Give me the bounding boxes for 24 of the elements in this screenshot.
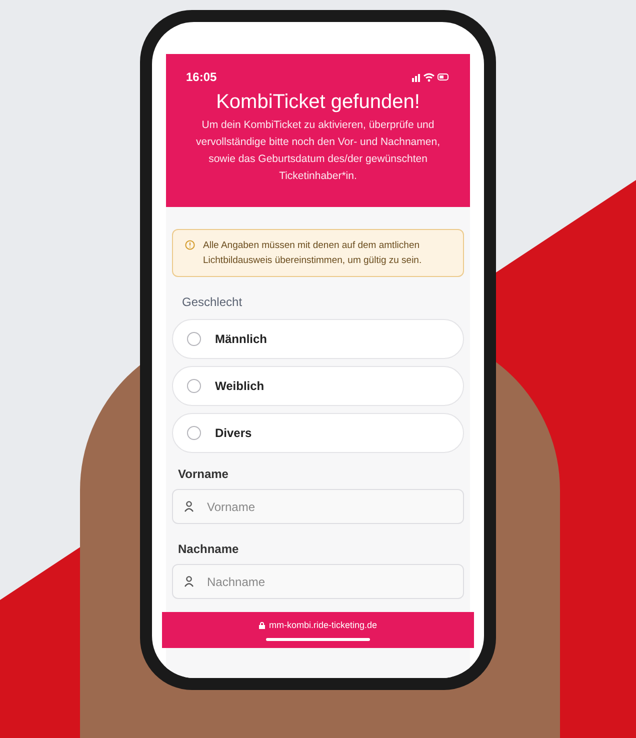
radio-button[interactable] [187,426,201,440]
option-label: Divers [215,425,252,442]
gender-option[interactable]: Männlich [172,319,464,359]
gender-option[interactable]: Divers [172,413,464,453]
gender-option[interactable]: Weiblich [172,366,464,406]
option-label: Weiblich [215,378,264,395]
lock-icon [258,622,265,629]
page-title: KombiTicket gefunden! [216,90,420,115]
status-icons [412,72,450,82]
status-time: 16:05 [186,69,217,86]
field-label: Vorname [178,466,230,483]
url-text[interactable]: mm-kombi.ride-ticketing.de [268,618,378,632]
input-field[interactable]: Nachname [172,564,464,599]
info-icon [185,240,195,250]
page-description: Um dein KombiTicket zu aktivieren, überprüfe und vervollständige bitte noch den Vor- und Nachnamen, sowie das Geburtsdatum des/der gewünschten Ticketinhaber*in. [195,118,441,184]
option-label: Männlich [215,331,268,348]
person-icon [184,576,194,587]
notice-text: Alle Angaben müssen mit denen auf dem amtlichen Lichtbildausweis übereinstimmen, um gültig zu sein. [203,239,423,268]
radio-button[interactable] [187,332,201,346]
field-label: Nachname [178,541,240,558]
gender-label: Geschlecht [182,294,244,311]
input-field[interactable]: Vorname [172,489,464,524]
person-icon [184,501,194,512]
radio-button[interactable] [187,379,201,393]
